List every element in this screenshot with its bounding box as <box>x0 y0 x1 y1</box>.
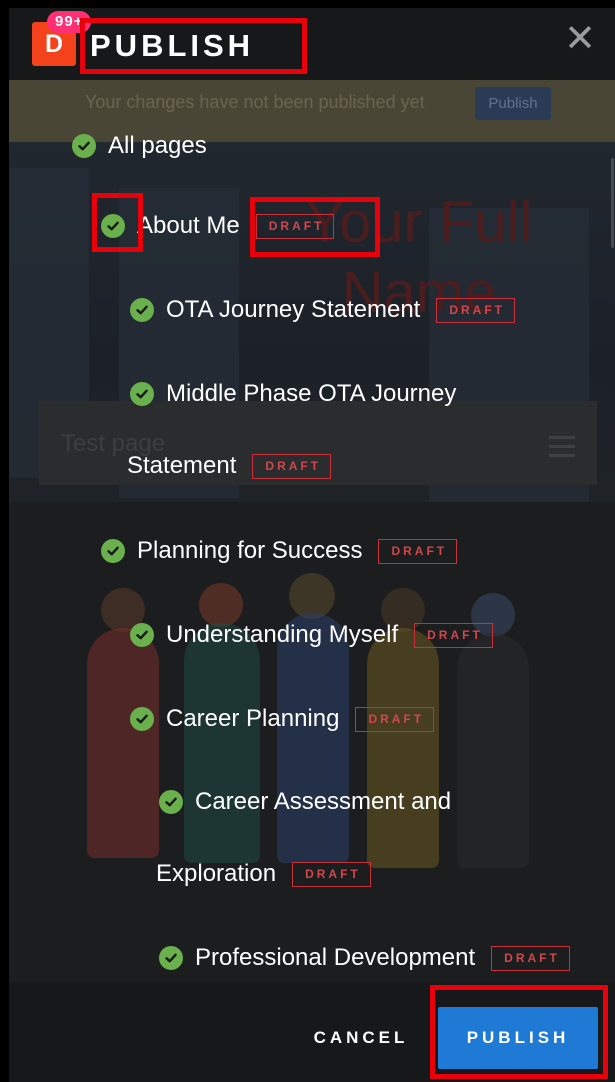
tree-item-label: All pages <box>108 132 207 159</box>
check-circle-icon[interactable] <box>130 298 154 322</box>
scrollbar <box>611 158 614 248</box>
draft-badge: DRAFT <box>252 453 332 479</box>
illustration-person <box>457 633 529 868</box>
check-circle-icon[interactable] <box>130 707 154 731</box>
tree-item-career-planning[interactable]: Career Planning DRAFT <box>130 705 435 733</box>
tree-item-label: OTA Journey Statement <box>166 296 421 323</box>
tree-item-about-me[interactable]: About Me DRAFT <box>101 212 335 240</box>
draft-badge: DRAFT <box>491 945 570 971</box>
tree-item-label: Understanding Myself <box>166 621 399 648</box>
tree-item-understanding-myself[interactable]: Understanding Myself DRAFT <box>130 621 493 649</box>
check-circle-icon[interactable] <box>130 382 154 406</box>
illustration-person <box>367 628 439 868</box>
close-icon[interactable]: ✕ <box>563 20 597 58</box>
tree-item-ota-journey-statement[interactable]: OTA Journey Statement DRAFT <box>130 296 516 324</box>
tree-item-label-continued[interactable]: Statement DRAFT <box>127 452 332 480</box>
cancel-button[interactable]: CANCEL <box>305 1023 417 1053</box>
tree-item-label: Planning for Success <box>137 537 363 564</box>
draft-badge: DRAFT <box>355 706 435 732</box>
tree-item-label: About Me <box>137 212 240 239</box>
draft-badge: DRAFT <box>436 297 516 323</box>
draft-badge: DRAFT <box>378 538 458 564</box>
tree-item-label: Statement <box>127 452 237 479</box>
tree-item-all-pages[interactable]: All pages <box>72 132 207 160</box>
tree-item-label: Middle Phase OTA Journey <box>166 380 457 407</box>
publish-button[interactable]: PUBLISH <box>438 1007 598 1069</box>
banner-publish-button: Publish <box>475 87 551 120</box>
draft-badge: DRAFT <box>292 861 371 887</box>
tree-item-label: Professional Development <box>195 944 476 971</box>
check-circle-icon[interactable] <box>130 623 154 647</box>
check-circle-icon[interactable] <box>101 214 125 238</box>
publish-modal: Your changes have not been published yet… <box>9 8 615 1082</box>
tree-item-label-continued[interactable]: Exploration DRAFT <box>156 860 371 888</box>
unpublished-banner-text: Your changes have not been published yet <box>85 92 425 112</box>
draft-badge: DRAFT <box>414 622 493 648</box>
tree-item-label: Career Planning <box>166 705 340 732</box>
tree-item-career-assessment[interactable]: Career Assessment and <box>159 788 451 816</box>
draft-badge: DRAFT <box>255 213 335 239</box>
modal-title: PUBLISH <box>90 28 255 63</box>
check-circle-icon[interactable] <box>72 134 96 158</box>
tree-item-label: Exploration <box>156 860 277 887</box>
illustration-person <box>184 623 260 863</box>
tree-item-label: Career Assessment and <box>195 788 452 815</box>
check-circle-icon[interactable] <box>159 946 183 970</box>
tree-item-middle-phase-ota-journey[interactable]: Middle Phase OTA Journey <box>130 380 456 408</box>
notification-badge[interactable]: 99+ <box>47 11 92 33</box>
check-circle-icon[interactable] <box>159 790 183 814</box>
illustration-person <box>87 628 159 858</box>
illustration-person <box>277 613 349 863</box>
tree-item-planning-for-success[interactable]: Planning for Success DRAFT <box>101 537 458 565</box>
check-circle-icon[interactable] <box>101 539 125 563</box>
hamburger-icon <box>549 436 575 463</box>
tree-item-professional-development[interactable]: Professional Development DRAFT <box>159 944 570 972</box>
